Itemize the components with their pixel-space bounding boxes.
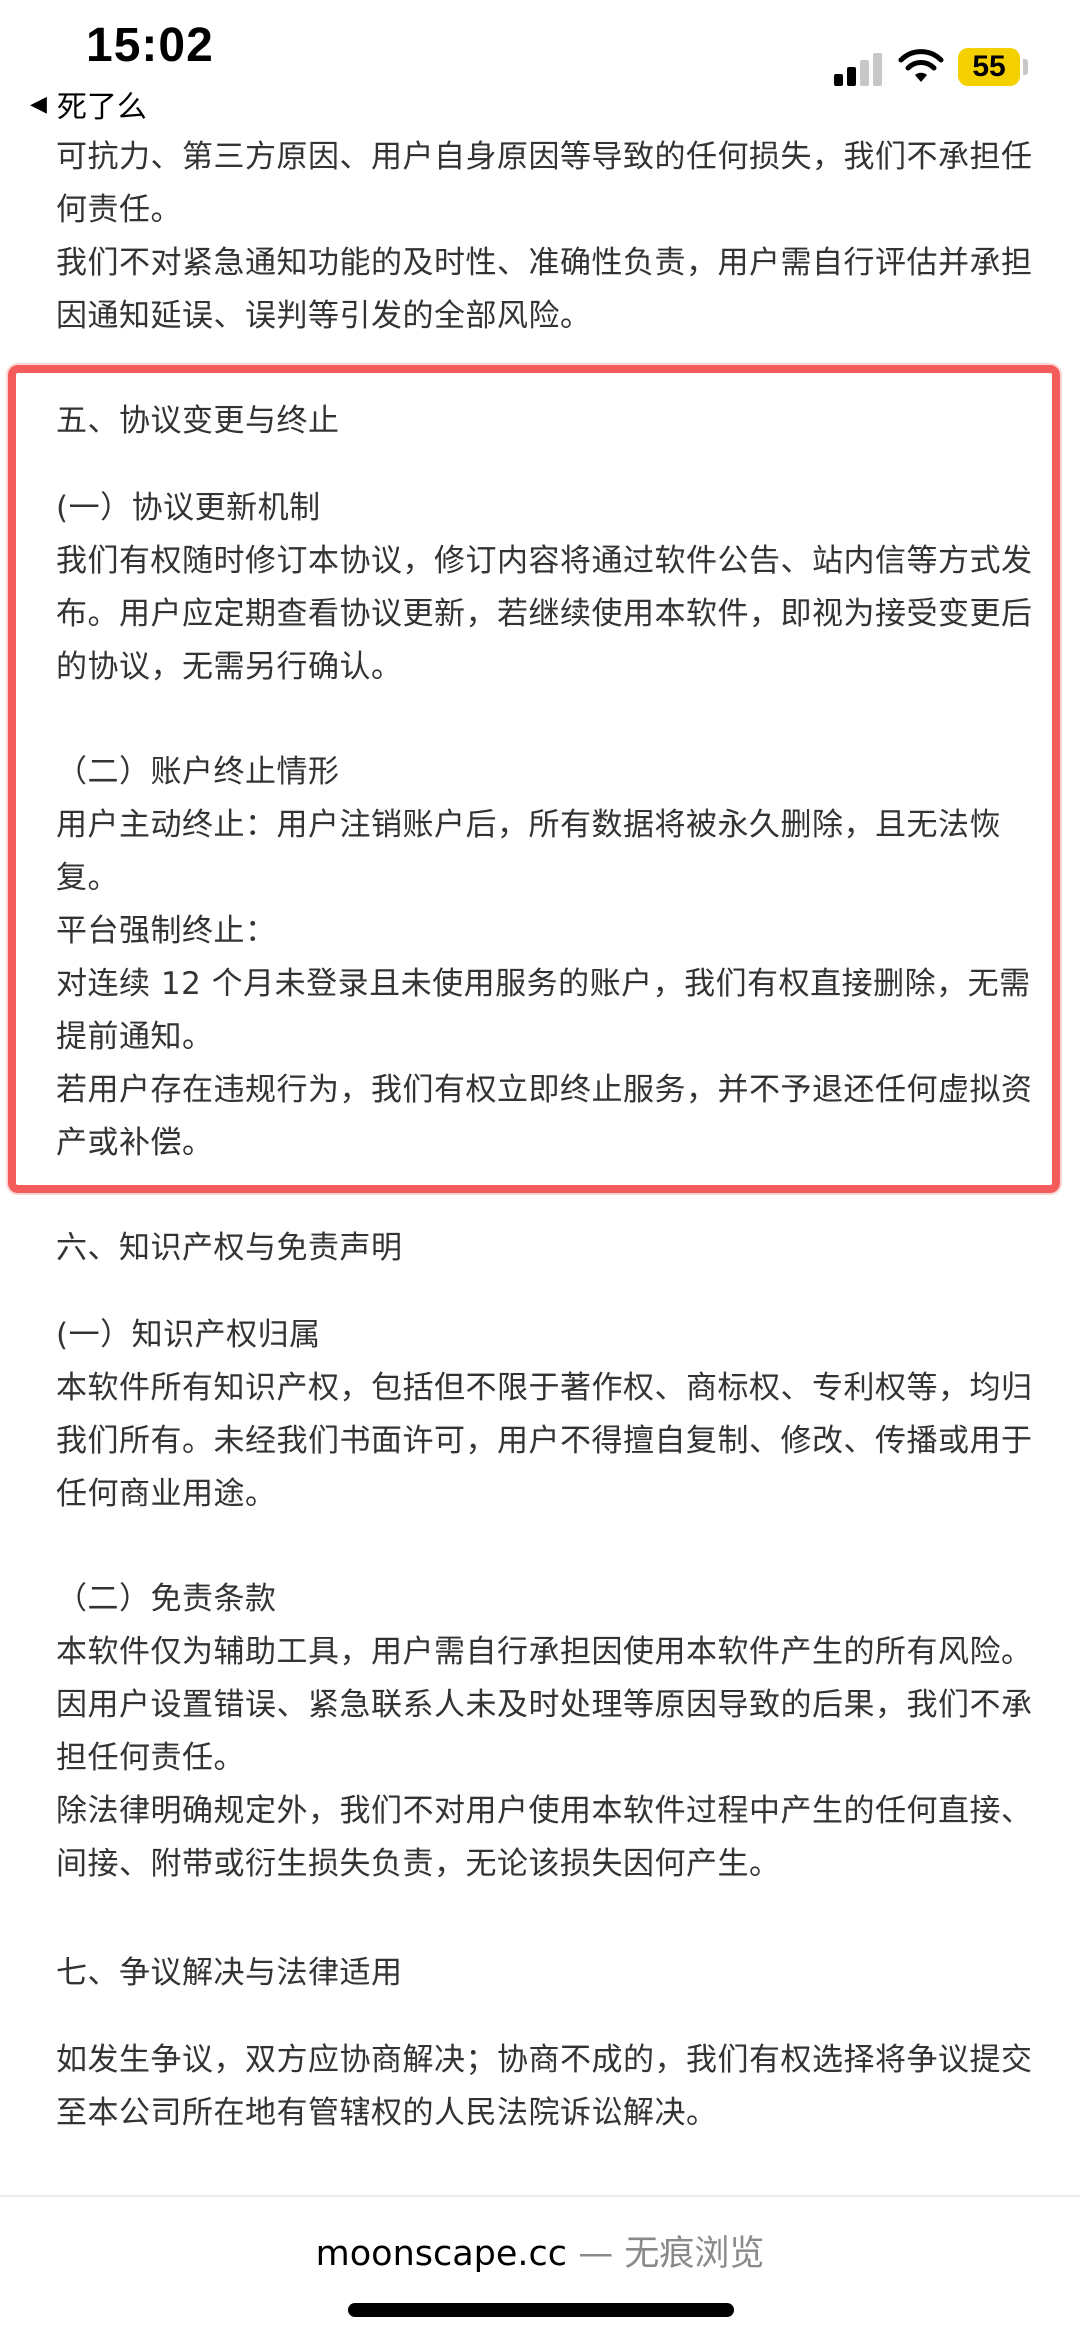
back-to-app-button[interactable]: ◀ 死了么	[30, 82, 147, 126]
back-label: 死了么	[56, 90, 147, 125]
status-bar: 15:02 ◀ 死了么 55	[0, 0, 1080, 130]
cellular-signal-icon	[834, 52, 884, 86]
footer-mode-label: — 无痕浏览	[567, 2234, 765, 2274]
section5-sub1-body: 我们有权随时修订本协议，修订内容将通过软件公告、站内信等方式发布。用户应定期查看…	[56, 543, 1033, 685]
section6-sub1-body: 本软件所有知识产权，包括但不限于著作权、商标权、专利权等，均归我们所有。未经我们…	[56, 1370, 1033, 1512]
section7-body: 如发生争议，双方应协商解决；协商不成的，我们有权选择将争议提交至本公司所在地有管…	[56, 2042, 1033, 2131]
home-indicator[interactable]	[348, 2303, 734, 2317]
footer-domain[interactable]: moonscape.cc	[316, 2234, 567, 2274]
section6-sub2-title: （二）免责条款	[56, 1581, 277, 1617]
browser-footer: moonscape.cc — 无痕浏览	[0, 2225, 1080, 2276]
back-triangle-icon: ◀	[30, 91, 47, 117]
section5-sub2-title: （二）账户终止情形	[56, 754, 340, 790]
status-time: 15:02	[86, 19, 214, 72]
section6-sub2-body-2: 除法律明确规定外，我们不对用户使用本软件过程中产生的任何直接、间接、附带或衍生损…	[56, 1793, 1033, 1882]
section5-sub1-title: (一）协议更新机制	[56, 490, 321, 526]
section5-platform-rule-2: 若用户存在违规行为，我们有权立即终止服务，并不予退还任何虚拟资产或补偿。	[56, 1072, 1033, 1161]
section6-title: 六、知识产权与免责声明	[56, 1230, 403, 1266]
section7-title: 七、争议解决与法律适用	[56, 1955, 403, 1991]
paragraph-liability-2: 我们不对紧急通知功能的及时性、准确性负责，用户需自行评估并承担因通知延误、误判等…	[56, 245, 1033, 334]
section5-title: 五、协议变更与终止	[56, 403, 340, 439]
section5-platform-label: 平台强制终止：	[56, 913, 277, 949]
paragraph-liability-1: 可抗力、第三方原因、用户自身原因等导致的任何损失，我们不承担任何责任。	[56, 139, 1033, 228]
section6-sub2-body-1: 本软件仅为辅助工具，用户需自行承担因使用本软件产生的所有风险。因用户设置错误、紧…	[56, 1634, 1033, 1776]
battery-indicator: 55	[958, 48, 1020, 86]
section5-user-termination: 用户主动终止：用户注销账户后，所有数据将被永久删除，且无法恢复。	[56, 807, 1001, 896]
section5-platform-rule-1: 对连续 12 个月未登录且未使用服务的账户，我们有权直接删除，无需提前通知。	[56, 966, 1031, 1055]
wifi-icon	[898, 49, 944, 82]
section6-sub1-title: (一）知识产权归属	[56, 1317, 321, 1353]
footer-divider	[0, 2195, 1080, 2197]
battery-tip	[1023, 59, 1028, 75]
